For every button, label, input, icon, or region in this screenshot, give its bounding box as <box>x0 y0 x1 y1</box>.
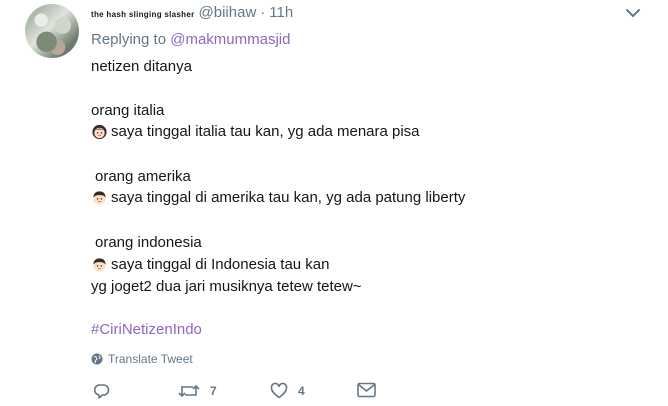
like-button[interactable]: 4 <box>270 382 305 400</box>
tweet-text: netizen ditanya <box>91 58 192 75</box>
replying-to-link[interactable]: @makmummasjid <box>170 31 290 48</box>
heart-icon <box>270 382 288 399</box>
girl-emoji <box>92 124 107 140</box>
tweet-line: yg joget2 dua jari musiknya tetew tetew~ <box>91 278 362 295</box>
tweet-line: orang italia <box>91 102 164 119</box>
tweet: the hash slinging slasher @biihaw · 11h … <box>0 0 668 405</box>
display-name[interactable]: the hash slinging slasher <box>91 10 195 19</box>
tweet-line: saya tinggal di amerika tau kan, yg ada … <box>91 189 465 206</box>
reply-icon <box>93 384 110 399</box>
tweet-text: yg joget2 dua jari musiknya tetew tetew~ <box>91 278 362 295</box>
tweet-header: the hash slinging slasher @biihaw · 11h <box>91 4 293 22</box>
separator-dot: · <box>260 4 266 21</box>
chevron-down-icon[interactable] <box>624 6 642 20</box>
avatar[interactable] <box>25 4 79 58</box>
tweet-line: saya tinggal di Indonesia tau kan <box>91 256 330 273</box>
translate-tweet[interactable]: Translate Tweet <box>91 352 193 366</box>
like-count: 4 <box>298 384 305 398</box>
tweet-text: orang indonesia <box>95 234 202 251</box>
hashtag-link[interactable]: #CiriNetizenIndo <box>91 321 202 338</box>
replying-to: Replying to @makmummasjid <box>91 31 290 48</box>
tweet-text: saya tinggal di Indonesia tau kan <box>111 256 330 273</box>
tweet-text: orang amerika <box>95 168 191 185</box>
boy-emoji <box>93 191 106 205</box>
user-handle[interactable]: @biihaw <box>199 4 257 21</box>
retweet-button[interactable]: 7 <box>178 382 217 400</box>
tweet-time[interactable]: 11h <box>269 4 293 21</box>
boy-emoji <box>93 258 106 272</box>
replying-prefix: Replying to <box>91 31 167 48</box>
direct-message-button[interactable] <box>357 382 376 398</box>
tweet-line: netizen ditanya <box>91 58 192 75</box>
reply-button[interactable] <box>93 382 121 400</box>
tweet-text: orang italia <box>91 102 165 119</box>
tweet-text: saya tinggal di amerika tau kan, yg ada … <box>111 189 466 206</box>
tweet-line: orang amerika <box>95 168 191 185</box>
globe-icon <box>91 353 103 365</box>
translate-label: Translate Tweet <box>108 352 193 366</box>
message-icon <box>357 382 376 398</box>
tweet-line: saya tinggal italia tau kan, yg ada mena… <box>91 123 420 140</box>
retweet-icon <box>178 384 200 398</box>
retweet-count: 7 <box>210 384 217 398</box>
tweet-line: orang indonesia <box>95 234 202 251</box>
tweet-text: saya tinggal italia tau kan, yg ada mena… <box>111 123 420 140</box>
